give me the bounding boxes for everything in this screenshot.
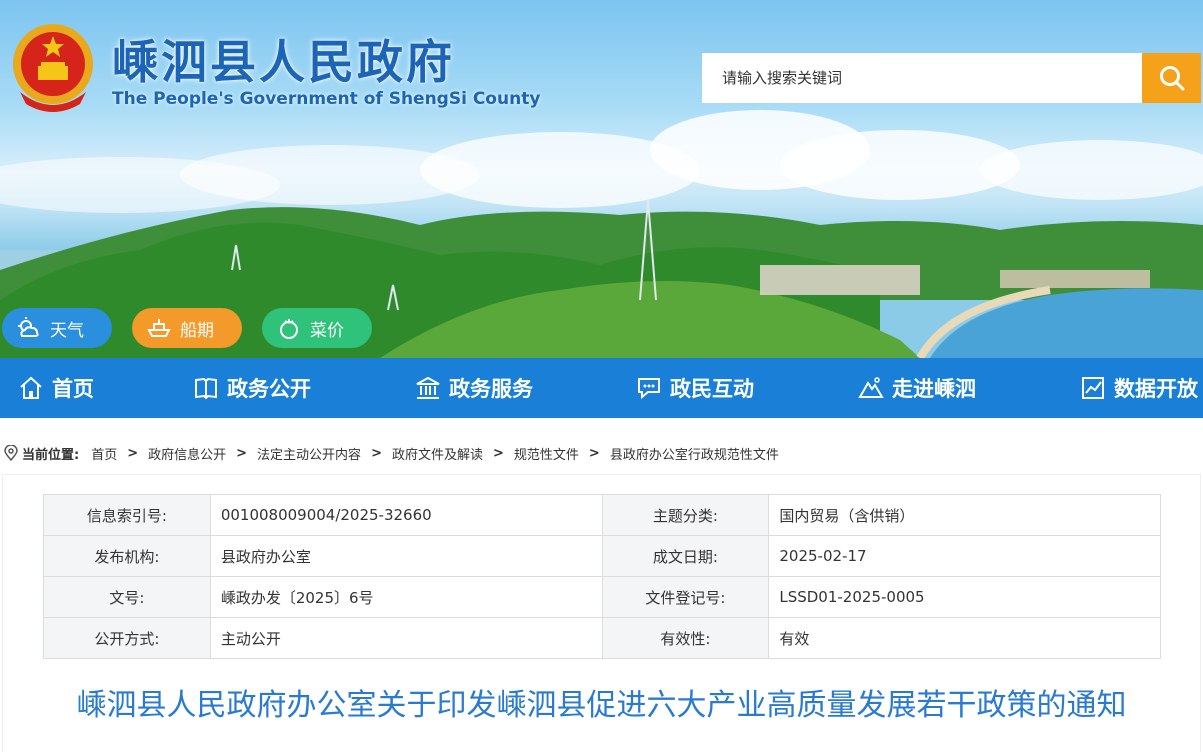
nav-label-government-affairs: 政务公开: [227, 377, 311, 401]
table-key: 文号:: [43, 576, 211, 618]
table-key: 公开方式:: [43, 617, 211, 659]
table-value: 主动公开: [209, 617, 603, 659]
location-pin-icon: [4, 445, 18, 461]
breadcrumb-item[interactable]: 政府信息公开: [148, 444, 226, 463]
breadcrumb-item[interactable]: 政府文件及解读: [392, 444, 483, 463]
document-info-table: 信息索引号: 001008009004/2025-32660 主题分类: 国内贸…: [43, 494, 1161, 659]
table-row: 信息索引号: 001008009004/2025-32660 主题分类: 国内贸…: [43, 494, 1161, 536]
table-row: 公开方式: 主动公开 有效性: 有效: [43, 617, 1161, 659]
main-nav: 首页 政务公开 政务服务 政民互动 走进嵊泗 数据开放: [0, 358, 1203, 418]
breadcrumb-separator: >: [236, 445, 248, 461]
breadcrumb-separator: >: [588, 445, 600, 461]
weather-label: 天气: [50, 320, 84, 341]
weather-link[interactable]: 天气: [2, 308, 112, 348]
table-key: 有效性:: [601, 617, 770, 659]
nav-label-government-services: 政务服务: [449, 377, 533, 401]
ship-icon: [146, 315, 172, 341]
vegetable-icon: [276, 315, 302, 341]
table-row: 发布机构: 县政府办公室 成文日期: 2025-02-17: [43, 535, 1161, 577]
breadcrumb-item[interactable]: 首页: [91, 444, 117, 463]
mountain-icon: [858, 375, 884, 401]
table-key: 信息索引号:: [43, 494, 211, 536]
nav-item-about-shengsi[interactable]: 走进嵊泗: [858, 358, 976, 418]
breadcrumb-separator: >: [127, 445, 139, 461]
nav-item-interaction[interactable]: 政民互动: [636, 358, 754, 418]
site-subtitle: The People's Government of ShengSi Count…: [112, 89, 541, 109]
search-icon: [1159, 66, 1184, 91]
header-banner: 嵊泗县人民政府 The People's Government of Sheng…: [0, 0, 1203, 358]
table-row: 文号: 嵊政办发〔2025〕6号 文件登记号: LSSD01-2025-0005: [43, 576, 1161, 618]
breadcrumb-item[interactable]: 规范性文件: [514, 444, 579, 463]
breadcrumb-label: 当前位置:: [22, 447, 80, 463]
search-button[interactable]: [1142, 53, 1201, 103]
nav-label-about-shengsi: 走进嵊泗: [892, 377, 976, 401]
table-key: 主题分类:: [601, 494, 770, 536]
ship-label: 船期: [180, 320, 214, 341]
national-emblem-logo: [13, 24, 93, 112]
table-value: LSSD01-2025-0005: [768, 576, 1161, 618]
breadcrumb-item[interactable]: 县政府办公室行政规范性文件: [610, 444, 779, 463]
search-input[interactable]: [702, 53, 1142, 103]
nav-label-interaction: 政民互动: [670, 377, 754, 401]
nav-item-open-data[interactable]: 数据开放: [1080, 358, 1198, 418]
table-value: 2025-02-17: [768, 535, 1161, 577]
breadcrumb-item[interactable]: 法定主动公开内容: [257, 444, 361, 463]
table-value: 县政府办公室: [209, 535, 603, 577]
ship-schedule-link[interactable]: 船期: [132, 308, 242, 348]
table-value: 001008009004/2025-32660: [209, 494, 603, 536]
weather-icon: [16, 315, 42, 341]
nav-label-home: 首页: [52, 377, 94, 401]
breadcrumb-separator: >: [371, 445, 382, 461]
nav-label-open-data: 数据开放: [1114, 377, 1198, 401]
document-title: 嵊泗县人民政府办公室关于印发嵊泗县促进六大产业高质量发展若干政策的通知: [76, 688, 1127, 723]
table-value: 国内贸易（含供销）: [768, 494, 1161, 536]
building-icon: [415, 375, 441, 401]
table-key: 文件登记号:: [601, 576, 770, 618]
breadcrumb: 当前位置: 首页 > 政府信息公开 > 法定主动公开内容 > 政府文件及解读 >…: [4, 444, 779, 463]
vegetable-price-link[interactable]: 菜价: [262, 308, 372, 348]
table-value: 有效: [768, 617, 1161, 659]
nav-item-government-affairs[interactable]: 政务公开: [193, 358, 311, 418]
breadcrumb-separator: >: [492, 445, 504, 461]
chart-icon: [1080, 375, 1106, 401]
nav-item-government-services[interactable]: 政务服务: [415, 358, 533, 418]
home-icon: [18, 375, 44, 401]
table-value: 嵊政办发〔2025〕6号: [209, 576, 603, 618]
table-key: 发布机构:: [43, 535, 211, 577]
site-title: 嵊泗县人民政府: [112, 35, 455, 89]
table-key: 成文日期:: [601, 535, 770, 577]
chat-icon: [636, 375, 662, 401]
vegetable-label: 菜价: [310, 320, 344, 341]
nav-item-home[interactable]: 首页: [18, 358, 94, 418]
book-icon: [193, 375, 219, 401]
